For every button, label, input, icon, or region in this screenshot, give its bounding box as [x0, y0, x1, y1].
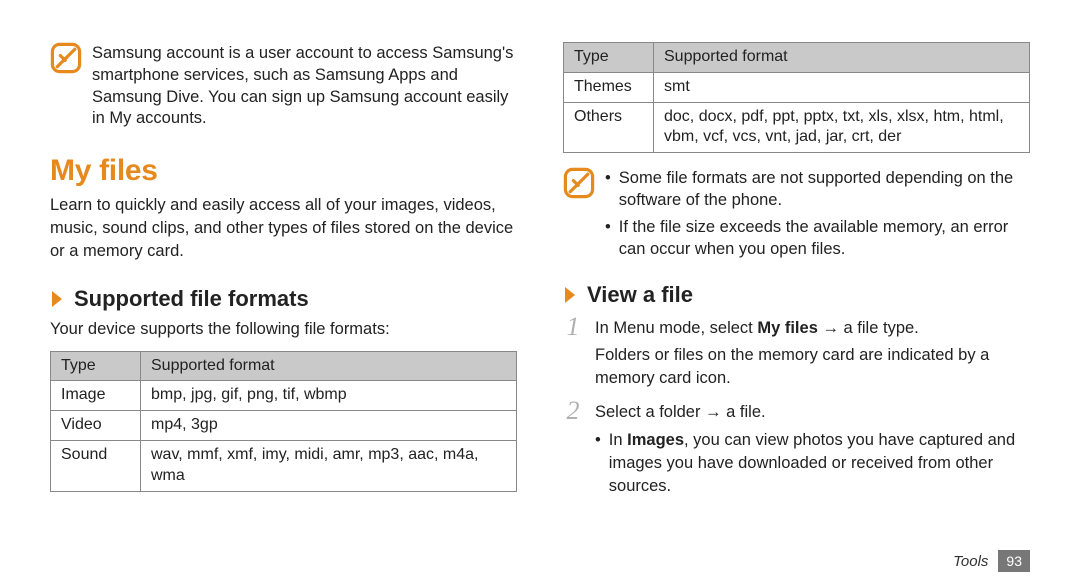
note-text: Samsung account is a user account to acc… [92, 42, 517, 130]
bullet-icon: • [605, 216, 611, 261]
step-text-bold: My files [757, 319, 818, 337]
note-list: • Some file formats are not supported de… [605, 167, 1030, 264]
subheading-supported: Supported file formats [50, 286, 517, 312]
formats-table-2: Type Supported format Themes smt Others … [563, 42, 1030, 153]
note-block: • Some file formats are not supported de… [563, 167, 1030, 264]
table-row: Sound wav, mmf, xmf, imy, midi, amr, mp3… [51, 441, 517, 492]
footer-section: Tools [953, 553, 988, 570]
subheading-view-file: View a file [563, 282, 1030, 308]
step-content: Select a folder → a file. • In Images, y… [595, 398, 1030, 498]
subheading-supported-text: Supported file formats [74, 286, 309, 312]
cell-type: Themes [564, 72, 654, 102]
manual-page: Samsung account is a user account to acc… [0, 0, 1080, 586]
step-text-pre: In Menu mode, select [595, 319, 757, 337]
table-row: Themes smt [564, 72, 1030, 102]
cell-type: Others [564, 102, 654, 153]
note-block: Samsung account is a user account to acc… [50, 42, 517, 130]
cell-format: bmp, jpg, gif, png, tif, wbmp [141, 381, 517, 411]
table-row: Video mp4, 3gp [51, 411, 517, 441]
subheading-view-file-text: View a file [587, 282, 693, 308]
note-item-text: If the file size exceeds the available m… [619, 216, 1030, 261]
cell-type: Image [51, 381, 141, 411]
chevron-right-icon [563, 285, 577, 305]
col-type: Type [51, 351, 141, 381]
col-type: Type [564, 43, 654, 73]
cell-format: smt [654, 72, 1030, 102]
step-subbullet: • In Images, you can view photos you hav… [595, 429, 1030, 497]
note-icon [50, 42, 82, 74]
step-number: 2 [563, 398, 583, 498]
step-extra: Folders or files on the memory card are … [595, 344, 1030, 390]
step-text: Select a folder → a file. [595, 403, 766, 421]
col-format: Supported format [141, 351, 517, 381]
chevron-right-icon [50, 289, 64, 309]
note-item: • If the file size exceeds the available… [605, 216, 1030, 261]
formats-table-1: Type Supported format Image bmp, jpg, gi… [50, 351, 517, 492]
footer-page-number: 93 [998, 550, 1030, 572]
table-header-row: Type Supported format [564, 43, 1030, 73]
table-row: Image bmp, jpg, gif, png, tif, wbmp [51, 381, 517, 411]
table-row: Others doc, docx, pdf, ppt, pptx, txt, x… [564, 102, 1030, 153]
cell-format: wav, mmf, xmf, imy, midi, amr, mp3, aac,… [141, 441, 517, 492]
bullet-icon: • [605, 167, 611, 212]
step-sub-text: In Images, you can view photos you have … [609, 429, 1030, 497]
step-text-post: → a file type. [818, 319, 919, 337]
left-column: Samsung account is a user account to acc… [50, 42, 517, 586]
sub-bold: Images [627, 431, 684, 449]
cell-type: Video [51, 411, 141, 441]
col-format: Supported format [654, 43, 1030, 73]
cell-format: mp4, 3gp [141, 411, 517, 441]
cell-type: Sound [51, 441, 141, 492]
step-content: In Menu mode, select My files → a file t… [595, 314, 1030, 389]
step-number: 1 [563, 314, 583, 389]
note-item-text: Some file formats are not supported depe… [619, 167, 1030, 212]
note-icon [563, 167, 595, 199]
step-2: 2 Select a folder → a file. • In Images,… [563, 398, 1030, 498]
sub-pre: In [609, 431, 627, 449]
right-column: Type Supported format Themes smt Others … [563, 42, 1030, 586]
cell-format: doc, docx, pdf, ppt, pptx, txt, xls, xls… [654, 102, 1030, 153]
intro-text: Learn to quickly and easily access all o… [50, 194, 517, 262]
steps-list: 1 In Menu mode, select My files → a file… [563, 314, 1030, 505]
supported-subtext: Your device supports the following file … [50, 318, 517, 340]
note-item: • Some file formats are not supported de… [605, 167, 1030, 212]
page-footer: Tools 93 [953, 550, 1030, 572]
bullet-icon: • [595, 429, 601, 497]
table-header-row: Type Supported format [51, 351, 517, 381]
heading-my-files: My files [50, 154, 517, 188]
step-1: 1 In Menu mode, select My files → a file… [563, 314, 1030, 389]
